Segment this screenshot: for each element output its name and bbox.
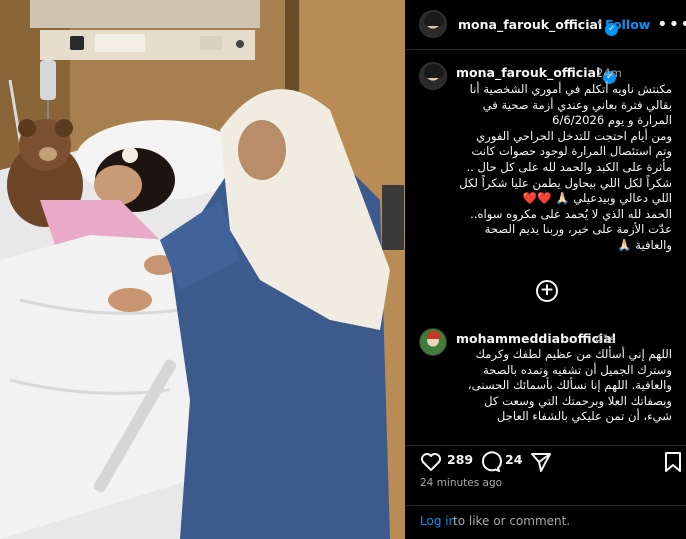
heart-icon[interactable] [419,450,443,478]
comment-line: والعافية. اللهم إنا نسألك بأسمائك الحسنى… [467,378,672,393]
caption-area: mona_farouk_official ✓ 24m مكنتش ناويه أت… [405,50,686,445]
caption-line: مكنتش ناويه أتكلم في أموري الشخصية أنا [469,82,672,96]
caption-line: بقالي فترة بعاني وعندي أزمة صحية في [482,97,672,112]
comment-line: شيء، أن تمن عليكي بالشفاء العاجل [496,409,672,424]
caption-timestamp[interactable]: 24m [596,66,622,80]
plus-circle-icon[interactable]: + [536,280,558,302]
caption-username-text[interactable]: mona_farouk_official [456,65,600,80]
login-prompt-text: to like or comment. [453,514,571,528]
post-header: mona_farouk_official✓ • Follow ••• [405,0,686,50]
caption-line: والعافية 🙏🏻 [617,237,672,252]
post-side-panel: mona_farouk_official✓ • Follow ••• mona_… [405,0,686,539]
caption-line: وتم استئصال المرارة لوجود حصوات كانت [471,144,672,159]
caption-line: الحمد لله الذي لا يُحمد على مكروه سواه.. [470,206,672,221]
caption-line: شكراً لكل اللي بيحاول يطمن عليا شكراً لك… [459,175,672,190]
caption-line: عدّت الأزمة على خير، وربنا يديم الصحة [484,222,672,237]
author-avatar[interactable] [419,10,447,38]
follow-button[interactable]: Follow [605,17,650,32]
post-actions-bar: 289 24 24 minutes ago [405,445,686,505]
caption-line: اللي دعالي وبيدعيلي 🙏🏻 ❤️❤️ [522,191,672,206]
comment-text: اللهم إني أسألك من عظيم لطفك وكرمك وسترك… [442,347,672,425]
post-caption: مكنتش ناويه أتكلم في أموري الشخصية أنا ب… [444,82,672,254]
more-icon[interactable]: ••• [657,14,686,35]
post-photo [0,0,405,539]
login-prompt: Log in to like or comment. [405,505,686,539]
author-username-text[interactable]: mona_farouk_official [458,17,602,32]
post-photo-illustration [0,0,405,539]
comment-line: وسترك الجميل أن تشفيه وتمده بالصحة [482,362,672,377]
comments-count[interactable]: 24 [505,452,522,467]
caption-author-avatar[interactable] [419,62,447,90]
separator-dot: • [596,16,604,30]
share-icon[interactable] [529,450,553,478]
bookmark-icon[interactable] [663,450,683,478]
comment-line: اللهم إني أسألك من عظيم لطفك وكرمك [475,347,673,361]
caption-line: ومن أيام احتجت للتدخل الجراحي الفوري [476,128,672,143]
comment-icon[interactable] [478,450,502,478]
commenter-username[interactable]: mohammeddiabofficial [456,331,616,346]
caption-line: المرارة و يوم 6/6/2026 [552,113,672,128]
author-username[interactable]: mona_farouk_official ✓ [458,17,619,36]
likes-count[interactable]: 289 [447,452,473,467]
comment-line: وبصفاتك العلا وبرحمتك التي وسعت كل [484,393,672,408]
caption-line: مأثرة على الكبد والحمد لله على كل حال .. [466,159,672,174]
post-time-ago[interactable]: 24 minutes ago [420,477,502,489]
login-link[interactable]: Log in [420,514,456,528]
comment-timestamp[interactable]: 41s [595,332,616,346]
